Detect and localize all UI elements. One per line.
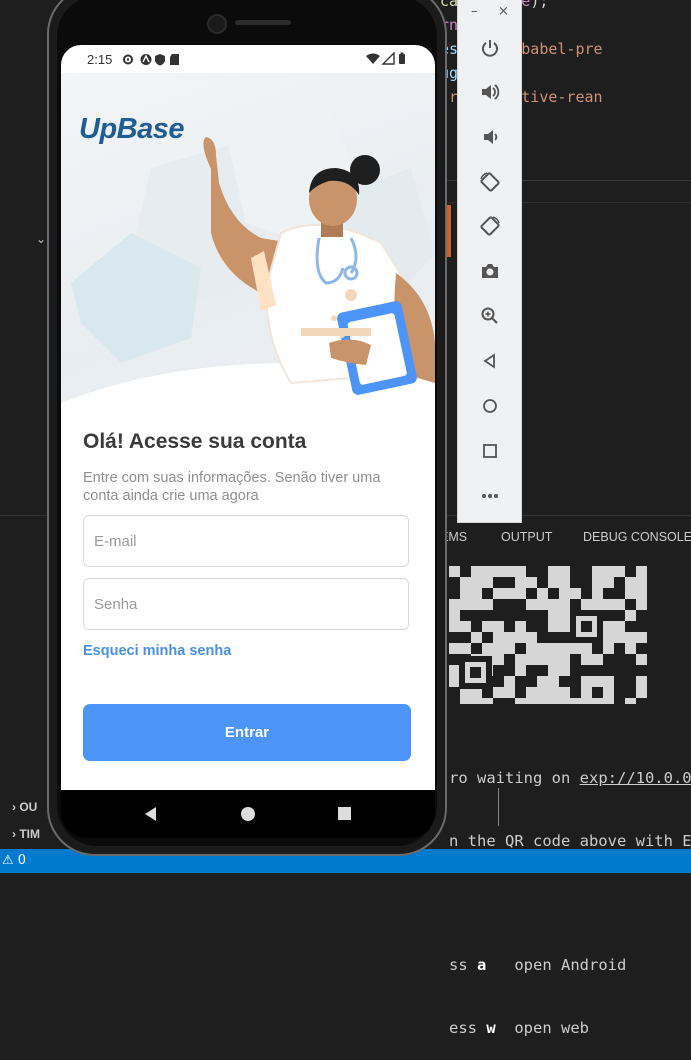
terminal-line: ro waiting on exp://10.0.0. (449, 768, 691, 789)
volume-down-icon[interactable] (477, 124, 503, 150)
forgot-password-link[interactable]: Esqueci minha senha (83, 643, 231, 659)
home-icon[interactable] (477, 393, 503, 419)
email-field[interactable] (83, 515, 409, 567)
terminal-key: w (486, 1019, 496, 1037)
overview-icon[interactable] (477, 438, 503, 464)
warning-icon[interactable]: ⚠ 0 (2, 853, 26, 868)
terminal-separator (498, 788, 499, 826)
status-time: 2:15 (87, 52, 113, 67)
system-icons (366, 52, 405, 65)
signal-icon (381, 52, 395, 65)
battery-icon (399, 52, 405, 64)
emulator-toolbar: – × (457, 0, 522, 523)
terminal-output[interactable]: ro waiting on exp://10.0.0. n the QR cod… (449, 726, 691, 1060)
warning-count: 0 (17, 853, 27, 868)
editor-gutter (0, 0, 48, 515)
power-icon[interactable] (477, 35, 503, 61)
zoom-icon[interactable] (477, 303, 503, 329)
terminal-text: ess (449, 1019, 487, 1037)
terminal-text: ss (449, 956, 477, 974)
notification-icons (123, 54, 179, 66)
terminal-key: a (477, 956, 487, 974)
outline-section[interactable]: › OU (12, 800, 37, 814)
timeline-section[interactable]: › TIM (12, 827, 40, 841)
terminal-line: ess w open web (449, 1018, 691, 1039)
sd-card-icon (170, 54, 179, 65)
camera-icon[interactable] (477, 258, 503, 284)
upbase-logo: UpBase (79, 113, 185, 145)
terminal-text: open Android (514, 956, 627, 974)
close-button[interactable]: × (498, 4, 509, 19)
scroll-indicator (447, 205, 451, 257)
login-button-label: Entrar (224, 724, 270, 741)
settings-icon (123, 54, 133, 65)
nav-home-icon[interactable] (240, 806, 256, 822)
app-icon (140, 54, 152, 65)
android-nav-bar (61, 790, 435, 838)
more-icon[interactable] (477, 483, 503, 509)
earpiece-speaker (235, 20, 291, 25)
volume-up-icon[interactable] (477, 79, 503, 105)
front-camera (207, 14, 227, 34)
terminal-text: open web (514, 1019, 589, 1037)
nav-overview-icon[interactable] (337, 806, 352, 821)
phone-screen: 2:15 UpBase Olá! Acesse sua conta Entre … (61, 45, 435, 790)
fold-chevron-icon[interactable]: ⌄ (36, 232, 46, 246)
terminal-text: ro waiting on (449, 769, 580, 787)
page-title: Olá! Acesse sua conta (83, 430, 307, 453)
shield-icon (155, 54, 165, 66)
terminal-line: ss a open Android (449, 955, 691, 976)
tab-output[interactable]: OUTPUT (501, 530, 552, 544)
qr-code (449, 566, 647, 704)
rotate-right-icon[interactable] (477, 213, 503, 239)
page-subtitle: Entre com suas informações. Senão tiver … (83, 470, 381, 504)
minimize-button[interactable]: – (471, 4, 478, 19)
expo-url-link[interactable]: exp://10.0.0. (580, 769, 691, 787)
login-button[interactable]: Entrar (83, 704, 411, 761)
wifi-icon (366, 53, 380, 64)
hero-illustration: UpBase (61, 73, 435, 425)
nav-back-icon[interactable] (143, 806, 159, 822)
password-field[interactable] (83, 578, 409, 630)
tab-debug-console[interactable]: DEBUG CONSOLE (583, 530, 691, 544)
android-status-bar: 2:15 (61, 45, 435, 73)
rotate-left-icon[interactable] (477, 169, 503, 195)
back-icon[interactable] (477, 348, 503, 374)
